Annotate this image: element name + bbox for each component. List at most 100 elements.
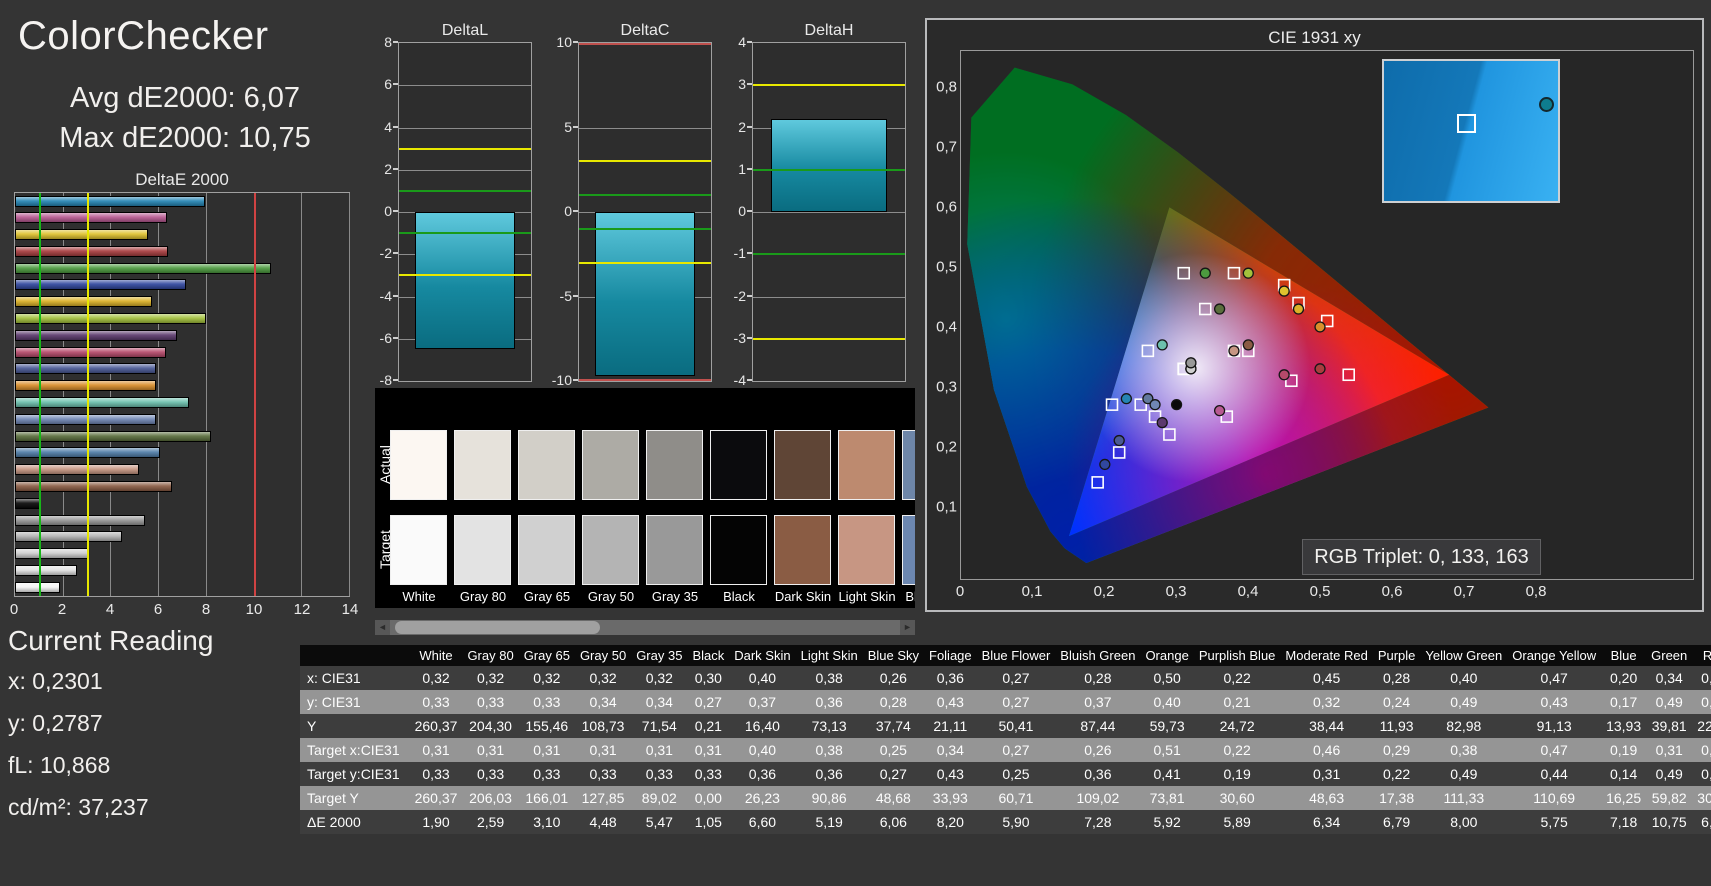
- table-cell: 0,36: [729, 762, 796, 786]
- table-corner-cell: [300, 645, 410, 666]
- measured-point: [1314, 363, 1326, 375]
- table-cell: 59,73: [1140, 714, 1194, 738]
- column-header: Blue Sky: [862, 645, 924, 666]
- y-tick-mark: [393, 379, 398, 381]
- table-cell: 2,59: [462, 810, 519, 834]
- gridline: [399, 85, 531, 87]
- cie-chart-title: CIE 1931 xy: [1268, 28, 1361, 47]
- table-cell: 0,22: [1193, 666, 1281, 690]
- table-row[interactable]: Target Y 260,37 206,03 166,01 127,85 89,02 0,0…: [300, 786, 1711, 810]
- measured-color-inset: [1382, 59, 1560, 203]
- table-cell: 0,24: [1372, 690, 1421, 714]
- deltae-bar: [15, 548, 89, 560]
- row-label: Target x:CIE31: [300, 738, 410, 762]
- swatch-label: Gray 35: [651, 589, 699, 604]
- column-header: Bluish Green: [1055, 645, 1141, 666]
- reference-line: [399, 274, 531, 277]
- reference-line: [253, 193, 256, 596]
- table-row[interactable]: Target x:CIE31 0,31 0,31 0,31 0,31 0,31 0,31 0,…: [300, 738, 1711, 762]
- y-tick-label: -3: [733, 329, 746, 346]
- deltac-plot: [578, 42, 712, 382]
- table-cell: 110,69: [1507, 786, 1602, 810]
- table-row[interactable]: Y 260,37 204,30 155,46 108,73 71,54 0,21 16,40 7…: [300, 714, 1711, 738]
- table-row[interactable]: x: CIE31 0,32 0,32 0,32 0,32 0,32 0,30 0,40 0,38…: [300, 666, 1711, 690]
- column-header: Yellow Green: [1420, 645, 1508, 666]
- cie-chromaticity-diagram: [960, 50, 1694, 580]
- measured-point: [1199, 267, 1211, 279]
- scroll-left-button[interactable]: ◄: [375, 620, 390, 635]
- column-header: Dark Skin: [729, 645, 796, 666]
- y-tick-mark: [393, 167, 398, 170]
- table-cell: 0,38: [1420, 738, 1508, 762]
- measured-point: [1213, 405, 1226, 417]
- table-cell: 0,33: [574, 762, 632, 786]
- table-cell: 6,60: [729, 810, 796, 834]
- x-tick-label: 6: [153, 601, 163, 618]
- gridline: [399, 169, 531, 171]
- swatch-label: Gray 80: [459, 589, 507, 604]
- table-cell: 1,90: [409, 810, 463, 834]
- reference-line: [579, 227, 711, 230]
- table-row[interactable]: y: CIE31 0,33 0,33 0,33 0,34 0,34 0,27 0,37 0,36…: [300, 690, 1711, 714]
- table-cell: 33,93: [924, 786, 977, 810]
- column-header: Red: [1692, 645, 1711, 666]
- swatch-label: Gray 65: [523, 589, 571, 604]
- table-cell: 10,75: [1646, 810, 1693, 834]
- table-cell: 0,33: [1692, 690, 1711, 714]
- table-cell: 0,40: [1420, 666, 1508, 690]
- table-cell: 0,29: [1372, 738, 1421, 762]
- column-header: White: [409, 645, 463, 666]
- cie-1931-panel: CIE 1931 xy 0,8 0,7 0,6 0,5 0,4 0,3 0,2 0,1 0 0,…: [925, 18, 1704, 612]
- table-cell: 0,31: [1646, 738, 1693, 762]
- table-cell: 0,45: [1280, 666, 1373, 690]
- y-tick-mark: [393, 294, 398, 297]
- table-cell: 0,22: [1372, 762, 1421, 786]
- table-cell: 0,43: [924, 690, 977, 714]
- deltah-chart-title: DeltaH: [804, 22, 854, 39]
- table-cell: 5,47: [631, 810, 688, 834]
- table-cell: 0,41: [1140, 762, 1194, 786]
- table-cell: 8,20: [924, 810, 977, 834]
- swatch-scrollbar[interactable]: ◄ ►: [375, 620, 915, 635]
- y-tick-label: -2: [733, 287, 746, 304]
- deltal-chart-title: DeltaL: [441, 22, 489, 39]
- table-cell: 0,22: [1193, 738, 1281, 762]
- table-cell: 73,81: [1140, 786, 1194, 810]
- cie-y-tick-label: 0,2: [936, 438, 957, 456]
- table-row[interactable]: ΔE 2000 1,90 2,59 3,10 4,48 5,47 1,05 6,60 5,19 6…: [300, 810, 1711, 834]
- scrollbar-thumb[interactable]: [395, 621, 600, 634]
- table-cell: 0,33: [462, 762, 519, 786]
- table-cell: 0,32: [409, 666, 463, 690]
- swatch-label: White: [402, 589, 436, 604]
- y-tick-label: 2: [384, 160, 392, 177]
- table-cell: 0,32: [518, 666, 575, 690]
- column-header: Gray 50: [574, 645, 632, 666]
- table-row[interactable]: Target y:CIE31 0,33 0,33 0,33 0,33 0,33 0,33 0,…: [300, 762, 1711, 786]
- swatch-comparison-panel: Actual Target White Gray 80 Gray 65 Gray 50…: [375, 388, 915, 608]
- column-header: Orange Yellow: [1507, 645, 1602, 666]
- table-cell: 38,44: [1280, 714, 1373, 738]
- cie-y-tick-label: 0,7: [936, 138, 957, 156]
- y-tick-label: 10: [556, 34, 572, 50]
- table-cell: 90,86: [795, 786, 863, 810]
- scroll-right-button[interactable]: ►: [900, 620, 915, 635]
- cie-y-tick-label: 0,8: [936, 78, 957, 96]
- table-cell: 260,37: [409, 714, 463, 738]
- table-cell: 0,38: [795, 738, 863, 762]
- table-cell: 0,44: [1507, 762, 1602, 786]
- table-cell: 0,31: [462, 738, 519, 762]
- y-tick-mark: [573, 41, 578, 43]
- actual-swatch: [518, 430, 575, 500]
- table-cell: 0,31: [1280, 762, 1373, 786]
- reference-line: [579, 194, 711, 197]
- table-cell: 0,33: [631, 762, 688, 786]
- table-cell: 0,36: [795, 690, 863, 714]
- table-cell: 0,32: [1692, 762, 1711, 786]
- table-cell: 0,43: [1507, 690, 1602, 714]
- table-cell: 24,72: [1193, 714, 1281, 738]
- cie-x-tick-label: 0,8: [1525, 583, 1547, 600]
- cie-x-tick-label: 0,3: [1165, 583, 1187, 600]
- swatch-label: Dark Skin: [774, 589, 832, 604]
- table-cell: 0,33: [409, 690, 463, 714]
- reference-line: [579, 160, 711, 163]
